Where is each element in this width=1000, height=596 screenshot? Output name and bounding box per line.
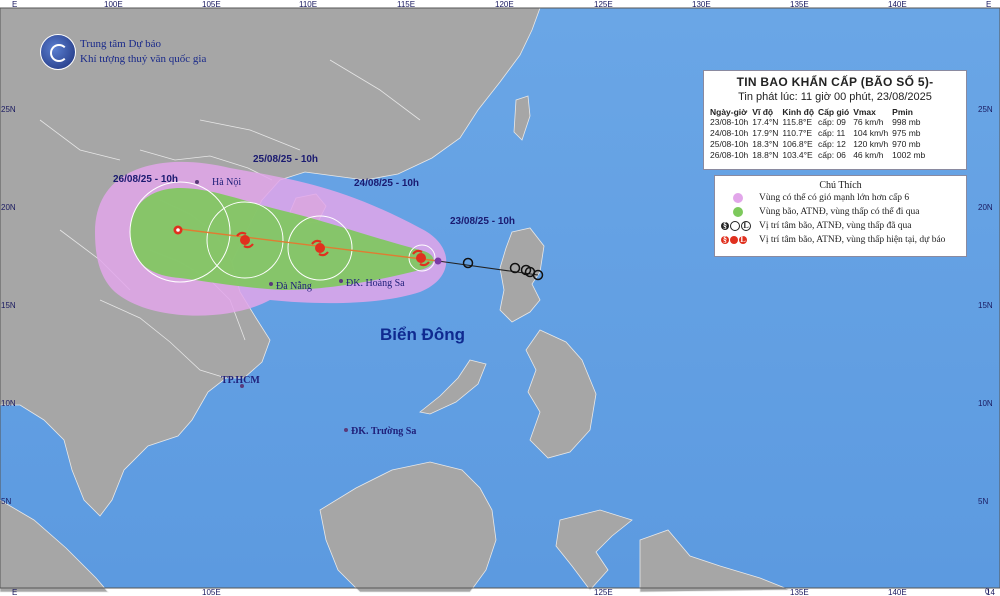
legend-label: Vùng có thể có gió mạnh lớn hơn cấp 6 [759,193,910,203]
date-label-26: 26/08/25 - 10h [113,174,178,185]
svg-text:20N: 20N [1,203,16,212]
cell: 25/08-10h [710,139,749,149]
label-bien-dong: Biển Đông [380,325,465,344]
table-row: 25/08-10h 18.3°N 106.8°E cấp: 12 120 km/… [708,139,927,150]
table-row: 26/08-10h 18.8°N 103.4°E cấp: 06 46 km/h… [708,150,927,161]
storm-map: Hà Nội Đà Nẵng ĐK. Hoàng Sa TP.HCM ĐK. T… [0,0,1000,596]
col-lat: Vĩ độ [752,107,774,117]
cell: 18.8°N [752,150,779,160]
svg-text:100E: 100E [104,0,123,9]
org-text: Trung tâm Dự báo Khí tượng thuỷ văn quốc… [80,37,206,67]
cell: 24/08-10h [710,128,749,138]
col-pmin: Pmin [892,107,913,117]
cell: cấp: 12 [818,139,846,149]
cell: 46 km/h [853,150,884,160]
org-name-line1: Trung tâm Dự báo [80,38,162,50]
svg-text:10N: 10N [1,399,16,408]
cell: 1002 mb [892,150,926,160]
cell: 26/08-10h [710,150,749,160]
svg-text:140E: 140E [888,0,907,9]
org-header: Trung tâm Dự báo Khí tượng thuỷ văn quốc… [40,34,206,70]
label-hoangsa: ĐK. Hoàng Sa [346,278,405,289]
legend-item: § L Vị trí tâm bão, ATNĐ, vùng thấp đã q… [721,219,966,233]
svg-text:120E: 120E [495,0,514,9]
svg-text:125E: 125E [594,0,613,9]
past-position-symbols-icon: § L [721,221,759,231]
bulletin-table-header: Ngày-giờ Vĩ độ Kinh độ Cấp gió Vmax Pmin [708,107,927,117]
legend-title: Chú Thích [819,180,862,191]
cell: 110.7°E [782,128,813,138]
legend-item: § L Vị trí tâm bão, ATNĐ, vùng thấp hiện… [721,233,966,247]
storm-zone-swatch-icon [733,207,743,217]
label-danang: Đà Nẵng [276,281,312,292]
svg-text:10N: 10N [978,399,993,408]
bulletin-issued: Tin phát lúc: 11 giờ 00 phút, 23/08/2025 [738,91,932,103]
date-label-25: 25/08/25 - 10h [253,154,318,165]
svg-text:25N: 25N [1,105,16,114]
legend-label: Vị trí tâm bão, ATNĐ, vùng thấp đã qua [759,221,912,231]
cell: 975 mb [892,128,921,138]
label-truongsa: ĐK. Trường Sa [351,426,416,437]
col-datetime: Ngày-giờ [710,107,748,117]
cell: cấp: 09 [818,117,846,127]
col-lon: Kinh độ [782,107,815,117]
cell: 120 km/h [853,139,889,149]
svg-text:130E: 130E [692,0,711,9]
svg-text:15N: 15N [978,301,993,310]
cell: 104 km/h [853,128,889,138]
bulletin-table: Ngày-giờ Vĩ độ Kinh độ Cấp gió Vmax Pmin… [708,107,927,161]
date-label-24: 24/08/25 - 10h [354,178,419,189]
cell: 18.3°N [752,139,779,149]
svg-text:E: E [12,588,17,596]
cell: 23/08-10h [710,117,749,127]
table-row: 23/08-10h 17.4°N 115.8°E cấp: 09 76 km/h… [708,117,927,128]
table-row: 24/08-10h 17.9°N 110.7°E cấp: 11 104 km/… [708,128,927,139]
legend-item: Vùng có thể có gió mạnh lớn hơn cấp 6 [721,191,966,205]
bulletin-box: TIN BAO KHẨN CẤP (BÃO SỐ 5)- Tin phát lú… [703,70,967,170]
svg-text:15N: 15N [1,301,16,310]
current-center-dot [434,257,442,265]
nchmf-logo-icon [40,34,76,70]
cell: 17.4°N [752,117,779,127]
cell: 17.9°N [752,128,779,138]
svg-text:115E: 115E [397,0,415,9]
forecast-position-symbols-icon: § L [721,235,747,244]
cell: 76 km/h [853,117,884,127]
label-hanoi: Hà Nội [212,177,241,188]
col-vmax: Vmax [853,107,876,117]
svg-text:140E: 140E [888,588,907,596]
label-hcm: TP.HCM [221,375,260,386]
cell: cấp: 06 [818,150,846,160]
legend-box: Chú Thích Vùng có thể có gió mạnh lớn hơ… [714,175,967,257]
svg-text:5N: 5N [978,497,988,506]
cell: 115.8°E [782,117,813,127]
svg-text:105E: 105E [202,588,221,596]
cell: 998 mb [892,117,921,127]
col-level: Cấp gió [818,107,850,117]
bulletin-title: TIN BAO KHẨN CẤP (BÃO SỐ 5)- [736,75,934,89]
bottom-lon-ticks: E 105E 125E 135E 140E 14 [12,588,995,596]
legend-item: Vùng bão, ATNĐ, vùng thấp có thể đi qua [721,205,966,219]
svg-text:105E: 105E [202,0,221,9]
wind-zone-swatch-icon [733,193,743,203]
legend-label: Vị trí tâm bão, ATNĐ, vùng thấp hiện tại… [759,235,946,245]
svg-text:5N: 5N [1,497,11,506]
cell: 106.8°E [782,139,813,149]
cell: 970 mb [892,139,921,149]
date-label-23: 23/08/25 - 10h [450,216,515,227]
cell: 103.4°E [782,150,813,160]
svg-text:110E: 110E [299,0,317,9]
svg-text:125E: 125E [594,588,613,596]
legend-label: Vùng bão, ATNĐ, vùng thấp có thể đi qua [759,207,920,217]
svg-text:0: 0 [985,587,990,596]
svg-text:E: E [986,0,991,9]
svg-text:E: E [12,0,17,9]
svg-text:20N: 20N [978,203,993,212]
low-symbol-26-08 [173,225,183,235]
cell: cấp: 11 [818,128,846,138]
org-name-line2: Khí tượng thuỷ văn quốc gia [80,53,207,65]
svg-text:25N: 25N [978,105,993,114]
svg-text:135E: 135E [790,0,809,9]
svg-text:135E: 135E [790,588,809,596]
